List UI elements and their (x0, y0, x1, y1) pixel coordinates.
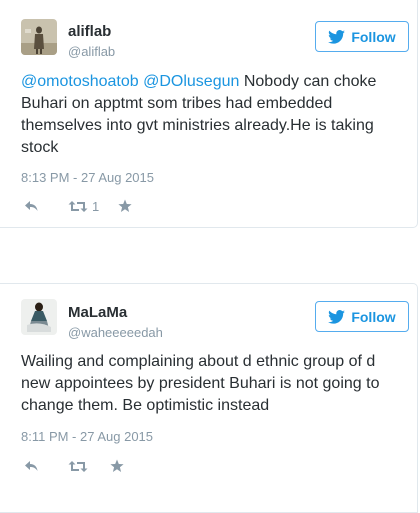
display-name[interactable]: MaLaMa (68, 304, 127, 321)
follow-button[interactable]: Follow (315, 301, 409, 332)
follow-label: Follow (351, 28, 396, 45)
favorite-button[interactable] (118, 199, 132, 213)
retweet-button[interactable] (68, 460, 110, 473)
tweet-card: aliflab @aliflab Follow @omotoshoatob @D… (0, 0, 418, 228)
mention-link[interactable]: @DOlusegun (143, 73, 239, 90)
tweet-actions (24, 458, 124, 474)
mention-link[interactable]: @omotoshoatob (21, 73, 139, 90)
twitter-bird-icon (328, 29, 346, 44)
reply-button[interactable] (24, 200, 68, 212)
tweet-card: MaLaMa @waheeeeedah Follow Wailing and c… (0, 283, 418, 513)
user-handle[interactable]: @aliflab (68, 44, 115, 59)
timestamp[interactable]: 8:13 PM - 27 Aug 2015 (21, 170, 154, 185)
tweet-text: Wailing and complaining about d ethnic g… (21, 353, 380, 414)
reply-button[interactable] (24, 460, 68, 472)
retweet-button[interactable]: 1 (68, 199, 118, 214)
tweet-text: @omotoshoatob @DOlusegun Nobody can chok… (21, 71, 406, 159)
retweet-count: 1 (92, 198, 100, 214)
avatar[interactable] (21, 299, 57, 335)
user-handle[interactable]: @waheeeeedah (68, 325, 163, 340)
follow-label: Follow (351, 308, 396, 325)
favorite-icon (110, 459, 124, 472)
retweet-icon (68, 460, 88, 472)
reply-icon (25, 201, 38, 211)
display-name[interactable]: aliflab (68, 23, 111, 40)
favorite-button[interactable] (110, 459, 124, 473)
timestamp[interactable]: 8:11 PM - 27 Aug 2015 (21, 429, 153, 444)
retweet-icon (68, 200, 88, 212)
avatar[interactable] (21, 19, 57, 55)
favorite-icon (118, 199, 132, 212)
reply-icon (25, 461, 38, 471)
twitter-bird-icon (328, 309, 346, 324)
tweet-actions: 1 (24, 198, 132, 214)
follow-button[interactable]: Follow (315, 21, 409, 52)
